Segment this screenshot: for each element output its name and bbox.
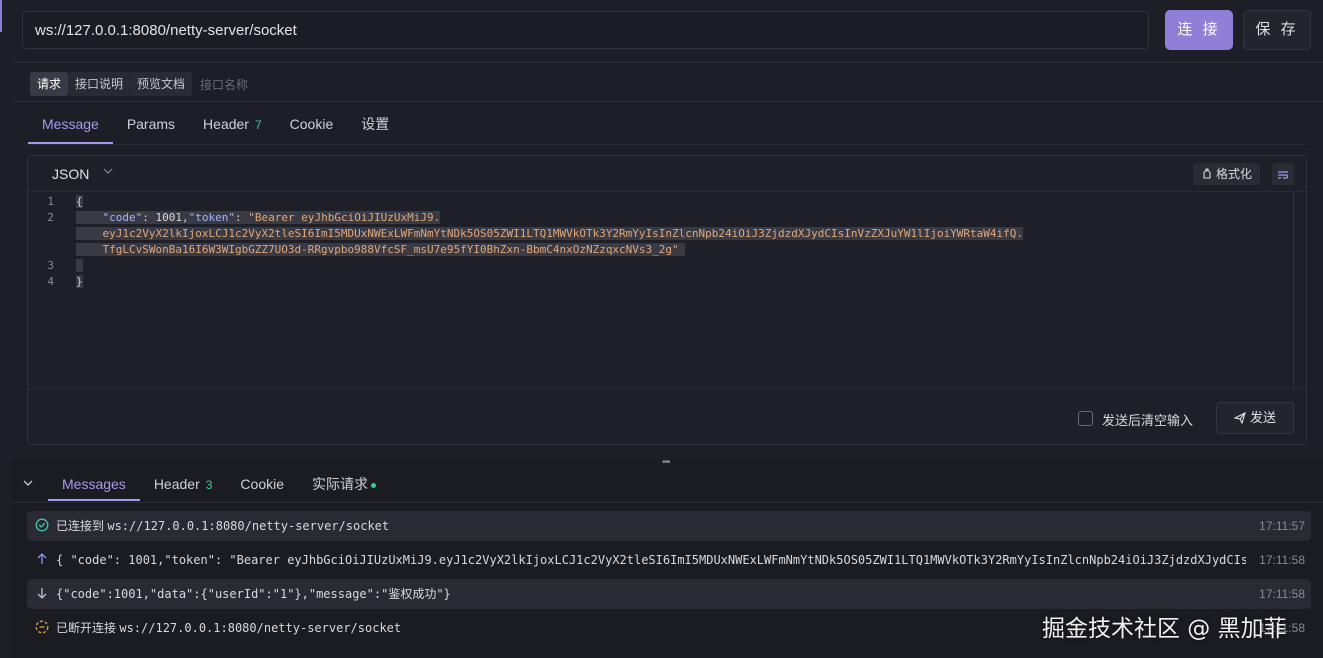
check-circle-icon <box>35 518 49 536</box>
word-wrap-toggle[interactable] <box>1272 163 1294 185</box>
send-button[interactable]: 发送 <box>1216 402 1294 434</box>
message-text: { "code": 1001,"token": "Bearer eyJhbGci… <box>56 553 1246 567</box>
json-number: 1001 <box>155 211 183 224</box>
response-tabs: Messages Header 3 Cookie 实际请求 <box>22 466 390 502</box>
message-time: 17:11:57 <box>1259 519 1305 533</box>
code-brace: { <box>76 195 83 208</box>
disconnect-icon <box>35 620 49 638</box>
collapse-chevron-icon[interactable] <box>22 477 48 492</box>
editor-footer: 发送后清空输入 发送 <box>28 388 1306 446</box>
url-value: ws://127.0.0.1:8080/netty-server/socket <box>35 22 297 39</box>
tab-params[interactable]: Params <box>113 108 189 144</box>
message-prefix: 已断开连接 <box>56 621 117 635</box>
json-string: "Bearer eyJhbGciOiJIUzUxMiJ9. <box>248 211 441 224</box>
subtab-request[interactable]: 请求 <box>30 72 69 96</box>
doc-subtabs: 请求 接口说明 预览文档 接口名称 <box>30 72 248 96</box>
tab-header[interactable]: Header 7 <box>189 108 276 144</box>
tab-actual-request[interactable]: 实际请求 <box>298 467 390 501</box>
panel-resize-handle[interactable]: ••• <box>662 457 670 468</box>
arrow-down-icon <box>35 586 49 604</box>
wrap-icon <box>1277 168 1289 184</box>
line-number-blank <box>28 226 68 242</box>
tab-settings[interactable]: 设置 <box>347 108 403 144</box>
code-brace: } <box>76 275 83 288</box>
json-key: "token" <box>188 211 235 224</box>
code-area[interactable]: { "code": 1001,"token": "Bearer eyJhbGci… <box>76 194 1024 290</box>
message-row-sent[interactable]: { "code": 1001,"token": "Bearer eyJhbGci… <box>27 545 1311 575</box>
json-string: TfgLCvSWonBa16I6W3WIgbGZZ7UO3d-RRgvpbo98… <box>102 243 679 256</box>
watermark: 掘金技术社区 @ 黑加菲 <box>1042 616 1287 642</box>
message-row-received[interactable]: {"code":1001,"data":{"userId":"1"},"mess… <box>27 579 1311 609</box>
message-editor: JSON 格式化 1 2 3 4 { "code": 1001,"token":… <box>27 155 1307 445</box>
json-string: eyJ1c2VyX2lkIjoxLCJ1c2VyX2tleSI6ImI5MDUx… <box>102 227 1024 240</box>
left-accent-bar <box>0 0 2 32</box>
message-text: ws://127.0.0.1:8080/netty-server/socket <box>107 519 390 533</box>
save-button[interactable]: 保 存 <box>1243 10 1311 50</box>
message-prefix: 已连接到 <box>56 519 105 533</box>
line-number-blank <box>28 242 68 258</box>
format-select[interactable]: JSON <box>52 166 89 182</box>
arrow-up-icon <box>35 552 49 570</box>
message-text: ws://127.0.0.1:8080/netty-server/socket <box>119 621 402 635</box>
tab-cookie[interactable]: Cookie <box>276 108 348 144</box>
message-text: {"code":1001,"data":{"userId":"1"},"mess… <box>56 587 451 601</box>
tab-message[interactable]: Message <box>28 108 113 144</box>
request-tabs: Message Params Header 7 Cookie 设置 <box>28 108 403 144</box>
line-number-gutter: 1 2 3 4 <box>28 194 68 290</box>
magic-icon <box>1201 165 1213 187</box>
clear-after-send-checkbox[interactable] <box>1078 411 1093 426</box>
line-number: 3 <box>47 259 54 272</box>
send-icon <box>1233 405 1246 435</box>
tab-divider <box>12 502 1323 503</box>
line-number: 2 <box>47 211 54 224</box>
api-name-input[interactable]: 接口名称 <box>192 76 248 93</box>
subtab-preview-doc[interactable]: 预览文档 <box>130 72 193 96</box>
header-count-badge: 3 <box>205 477 213 492</box>
format-json-button[interactable]: 格式化 <box>1193 163 1261 187</box>
clear-after-send-label: 发送后清空输入 <box>1102 413 1194 428</box>
connect-button[interactable]: 连 接 <box>1165 10 1233 50</box>
header-count-badge: 7 <box>254 118 262 132</box>
message-time: 17:11:58 <box>1259 553 1305 567</box>
tab-divider <box>28 144 1306 145</box>
tab-response-header[interactable]: Header 3 <box>140 467 227 502</box>
json-key: "code" <box>102 211 143 224</box>
message-row-connected[interactable]: 已连接到 ws://127.0.0.1:8080/netty-server/so… <box>27 511 1311 541</box>
tab-response-cookie[interactable]: Cookie <box>226 467 298 501</box>
editor-scrollbar[interactable] <box>1293 192 1294 388</box>
url-input[interactable]: ws://127.0.0.1:8080/netty-server/socket <box>22 11 1149 49</box>
divider <box>12 62 1323 63</box>
line-number: 4 <box>47 275 54 288</box>
message-time: 17:11:58 <box>1259 587 1305 601</box>
editor-toolbar: JSON 格式化 <box>28 156 1306 192</box>
chevron-down-icon[interactable] <box>102 165 114 180</box>
tab-messages[interactable]: Messages <box>48 467 140 501</box>
status-dot <box>371 482 377 488</box>
divider <box>12 101 1323 102</box>
subtab-api-description[interactable]: 接口说明 <box>68 72 131 96</box>
line-number: 1 <box>47 195 54 208</box>
